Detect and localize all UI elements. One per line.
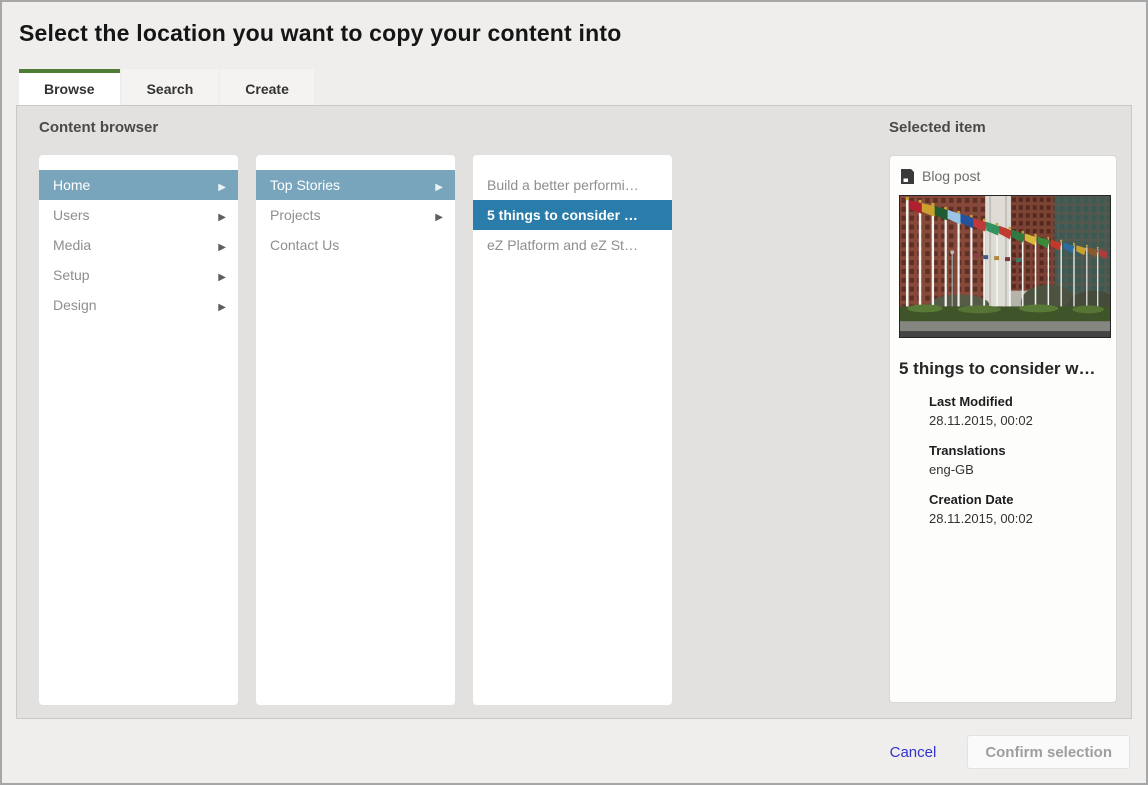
tree-item-label: Projects [270,207,321,223]
page-title: Select the location you want to copy you… [19,20,621,47]
tree-item-media[interactable]: Media [39,230,238,260]
tree-item-ez-platform[interactable]: eZ Platform and eZ St… [473,230,672,260]
tree-item-label: Contact Us [270,237,339,253]
browser-column-1: Home Users Media Setup Design [39,155,238,705]
tab-create[interactable]: Create [220,69,314,105]
tree-item-build-a-better[interactable]: Build a better performi… [473,170,672,200]
tab-bar: Browse Search Create [19,69,316,105]
selected-item-heading: Selected item [889,119,986,136]
browser-column-3: Build a better performi… 5 things to con… [473,155,672,705]
content-type-row: Blog post [900,168,1107,184]
cancel-button[interactable]: Cancel [890,744,937,761]
detail-value: eng-GB [929,462,1107,477]
triangle-right-icon [218,177,226,193]
tab-browse[interactable]: Browse [19,69,120,105]
selected-item-thumbnail [899,195,1111,338]
tree-item-label: Media [53,237,91,253]
dialog-actions: Cancel Confirm selection [890,735,1130,769]
content-browser-heading: Content browser [39,119,158,136]
tree-item-contact-us[interactable]: Contact Us [256,230,455,260]
browser-column-2: Top Stories Projects Contact Us [256,155,455,705]
tree-item-label: Setup [53,267,90,283]
tab-search[interactable]: Search [122,69,219,105]
detail-value: 28.11.2015, 00:02 [929,511,1107,526]
tree-item-label: Build a better performi… [487,177,639,193]
tree-item-setup[interactable]: Setup [39,260,238,290]
selected-item-details: Last Modified 28.11.2015, 00:02 Translat… [929,394,1107,526]
detail-value: 28.11.2015, 00:02 [929,413,1107,428]
detail-label: Translations [929,443,1107,458]
confirm-selection-button[interactable]: Confirm selection [967,735,1130,769]
tree-item-label: Top Stories [270,177,340,193]
tree-item-label: eZ Platform and eZ St… [487,237,638,253]
selected-item-title: 5 things to consider w… [899,359,1107,379]
triangle-right-icon [435,177,443,193]
content-browser-panel: Content browser Selected item Home Users… [16,105,1132,719]
tree-item-label: Users [53,207,90,223]
tree-item-design[interactable]: Design [39,290,238,320]
tree-item-projects[interactable]: Projects [256,200,455,230]
triangle-right-icon [435,207,443,223]
tree-item-users[interactable]: Users [39,200,238,230]
tree-item-label: 5 things to consider … [487,207,638,223]
detail-label: Last Modified [929,394,1107,409]
tree-item-home[interactable]: Home [39,170,238,200]
detail-label: Creation Date [929,492,1107,507]
triangle-right-icon [218,267,226,283]
selected-item-card: Blog post [889,155,1117,703]
tree-item-label: Design [53,297,97,313]
copy-content-dialog: { "title": "Select the location you want… [0,0,1148,785]
tree-item-5-things[interactable]: 5 things to consider … [473,200,672,230]
tree-item-label: Home [53,177,90,193]
tree-item-top-stories[interactable]: Top Stories [256,170,455,200]
triangle-right-icon [218,297,226,313]
content-type-label: Blog post [922,168,980,184]
triangle-right-icon [218,237,226,253]
document-icon [900,169,915,184]
triangle-right-icon [218,207,226,223]
